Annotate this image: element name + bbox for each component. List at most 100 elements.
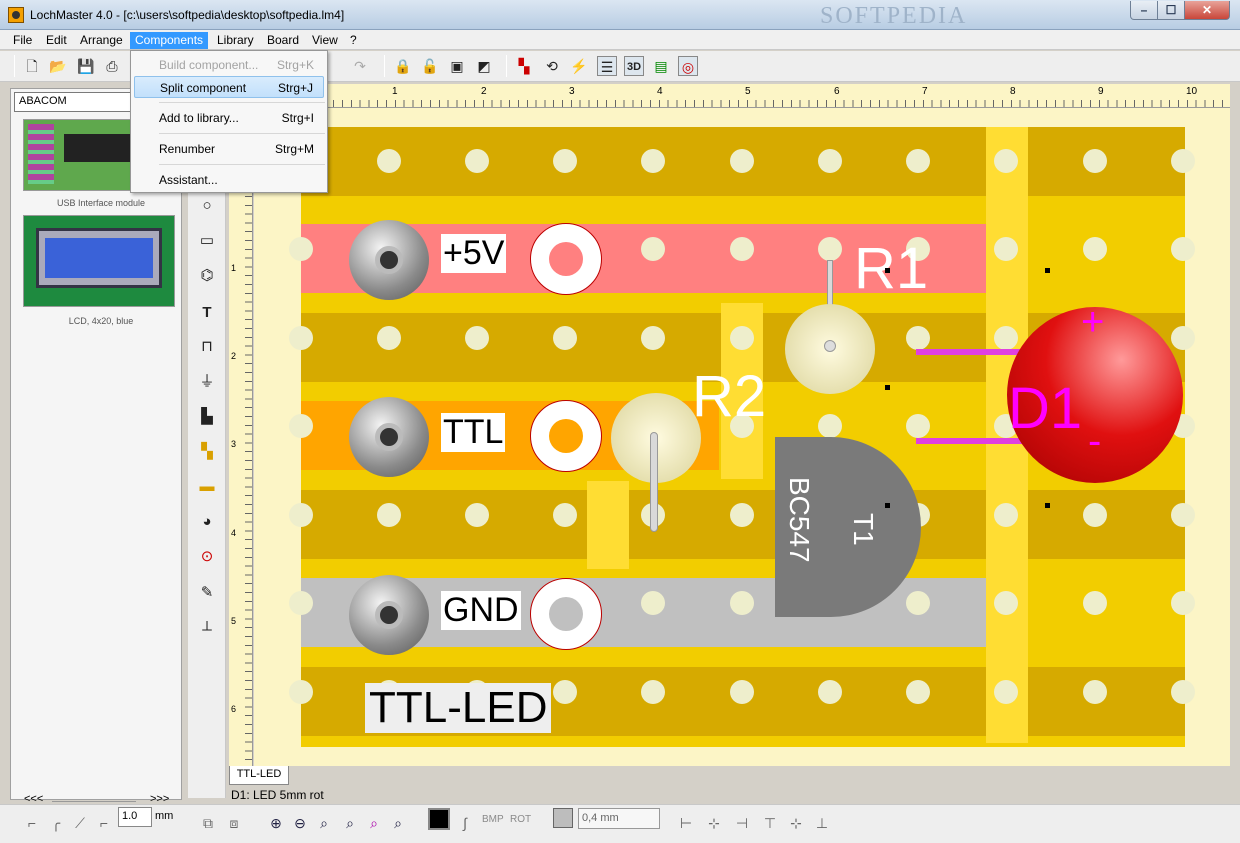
board-hole[interactable]: [1083, 680, 1107, 704]
screw-terminal[interactable]: [349, 397, 429, 477]
board-hole[interactable]: [641, 326, 665, 350]
board-hole[interactable]: [818, 149, 842, 173]
selection-handle[interactable]: [885, 503, 890, 508]
corner-free-icon[interactable]: ⌐: [94, 813, 114, 833]
line-color-swatch[interactable]: [553, 808, 573, 828]
board-hole[interactable]: [1171, 503, 1195, 527]
board-hole[interactable]: [641, 237, 665, 261]
pad-tool-icon[interactable]: ⊙: [197, 547, 217, 567]
board-hole[interactable]: [994, 237, 1018, 261]
board-hole[interactable]: [289, 414, 313, 438]
align-left-icon[interactable]: ⊢: [676, 813, 696, 833]
library-select[interactable]: ABACOM: [14, 92, 139, 112]
label-gnd[interactable]: GND: [441, 591, 521, 630]
maximize-button[interactable]: ☐: [1157, 1, 1185, 20]
menu-item-split-component[interactable]: Split component Strg+J: [134, 76, 324, 98]
menu-library[interactable]: Library: [212, 32, 259, 49]
corner-round-icon[interactable]: ╭: [46, 813, 66, 833]
board-hole[interactable]: [730, 591, 754, 615]
label-r1[interactable]: R1: [854, 235, 928, 302]
corner-45-icon[interactable]: ⟋: [70, 813, 90, 833]
wire-tool-icon[interactable]: ✎: [197, 583, 217, 603]
minimize-button[interactable]: –: [1130, 1, 1158, 20]
board-hole[interactable]: [818, 414, 842, 438]
solder-tool-icon[interactable]: ⏚: [197, 372, 217, 392]
menu-arrange[interactable]: Arrange: [75, 32, 128, 49]
board-hole[interactable]: [994, 149, 1018, 173]
label-r2[interactable]: R2: [692, 363, 766, 430]
zoom-fit-icon[interactable]: ⌕: [314, 813, 334, 833]
board-hole[interactable]: [730, 149, 754, 173]
board-hole[interactable]: [906, 680, 930, 704]
image-tool-icon[interactable]: ▙: [197, 407, 217, 427]
selection-handle[interactable]: [885, 268, 890, 273]
board-hole[interactable]: [1083, 149, 1107, 173]
board-hole[interactable]: [465, 503, 489, 527]
board-hole[interactable]: [818, 680, 842, 704]
selection-handle[interactable]: [885, 385, 890, 390]
board-hole[interactable]: [906, 326, 930, 350]
board-hole[interactable]: [906, 414, 930, 438]
board-hole[interactable]: [994, 326, 1018, 350]
label-d1[interactable]: D1: [1008, 375, 1082, 442]
polygon-tool-icon[interactable]: ⌬: [197, 266, 217, 286]
board-hole[interactable]: [289, 237, 313, 261]
menu-file[interactable]: File: [8, 32, 37, 49]
board-hole[interactable]: [906, 149, 930, 173]
redo-icon[interactable]: ↷: [350, 56, 370, 76]
rotate-icon[interactable]: ⟲: [542, 56, 562, 76]
board-hole[interactable]: [465, 149, 489, 173]
menu-item-build-component[interactable]: Build component... Strg+K: [134, 54, 324, 76]
board-hole[interactable]: [994, 680, 1018, 704]
line-width-input[interactable]: 1.0: [118, 807, 152, 827]
text-tool-icon[interactable]: T: [197, 303, 217, 323]
board-hole[interactable]: [1171, 149, 1195, 173]
rot-button[interactable]: ROT: [510, 814, 531, 825]
board-hole[interactable]: [641, 591, 665, 615]
board-hole[interactable]: [553, 680, 577, 704]
board-hole[interactable]: [818, 237, 842, 261]
board-hole[interactable]: [730, 237, 754, 261]
board-hole[interactable]: [465, 326, 489, 350]
send-back-icon[interactable]: ◩: [474, 56, 494, 76]
board-hole[interactable]: [553, 149, 577, 173]
board-hole[interactable]: [1171, 326, 1195, 350]
component-tool-icon[interactable]: ⊓: [197, 337, 217, 357]
menu-item-add-to-library[interactable]: Add to library... Strg+I: [134, 107, 324, 129]
unlock-icon[interactable]: 🔓: [420, 56, 440, 76]
rectangle-tool-icon[interactable]: ▭: [197, 231, 217, 251]
via-tool-icon[interactable]: ◕: [197, 512, 217, 532]
bridge-tool-icon[interactable]: ▬: [197, 477, 217, 497]
selection-handle[interactable]: [1045, 503, 1050, 508]
zoom-previous-icon[interactable]: ⌕: [388, 813, 408, 833]
label-plus5v[interactable]: +5V: [441, 234, 507, 273]
solder-pad[interactable]: [530, 578, 602, 650]
save-icon[interactable]: 💾: [76, 56, 96, 76]
group-icon[interactable]: ⧉: [198, 813, 218, 833]
library-item-lcd[interactable]: [23, 215, 175, 307]
board-hole[interactable]: [553, 326, 577, 350]
screw-terminal[interactable]: [349, 575, 429, 655]
grid-icon[interactable]: ▤: [651, 56, 671, 76]
board-hole[interactable]: [289, 326, 313, 350]
board-hole[interactable]: [730, 503, 754, 527]
size-select[interactable]: 0,4 mm: [578, 808, 660, 829]
menu-item-assistant[interactable]: Assistant...: [134, 169, 324, 191]
measure-tool-icon[interactable]: ⟂: [197, 617, 217, 637]
align-center-icon[interactable]: ⊹: [704, 813, 724, 833]
menu-view[interactable]: View: [307, 32, 343, 49]
3d-view-button[interactable]: 3D: [624, 56, 644, 76]
board-hole[interactable]: [377, 326, 401, 350]
board-hole[interactable]: [1083, 591, 1107, 615]
board-hole[interactable]: [730, 680, 754, 704]
print-icon[interactable]: ⎙: [102, 56, 122, 76]
board-hole[interactable]: [1171, 237, 1195, 261]
zoom-in-icon[interactable]: ⊕: [266, 813, 286, 833]
color-icon[interactable]: ▚: [514, 56, 534, 76]
board-hole[interactable]: [553, 503, 577, 527]
align-top-icon[interactable]: ⊤: [760, 813, 780, 833]
ellipse-tool-icon[interactable]: ○: [197, 196, 217, 216]
strips-icon[interactable]: ☰: [597, 56, 617, 76]
bring-front-icon[interactable]: ▣: [447, 56, 467, 76]
board-title-label[interactable]: TTL-LED: [365, 683, 552, 733]
